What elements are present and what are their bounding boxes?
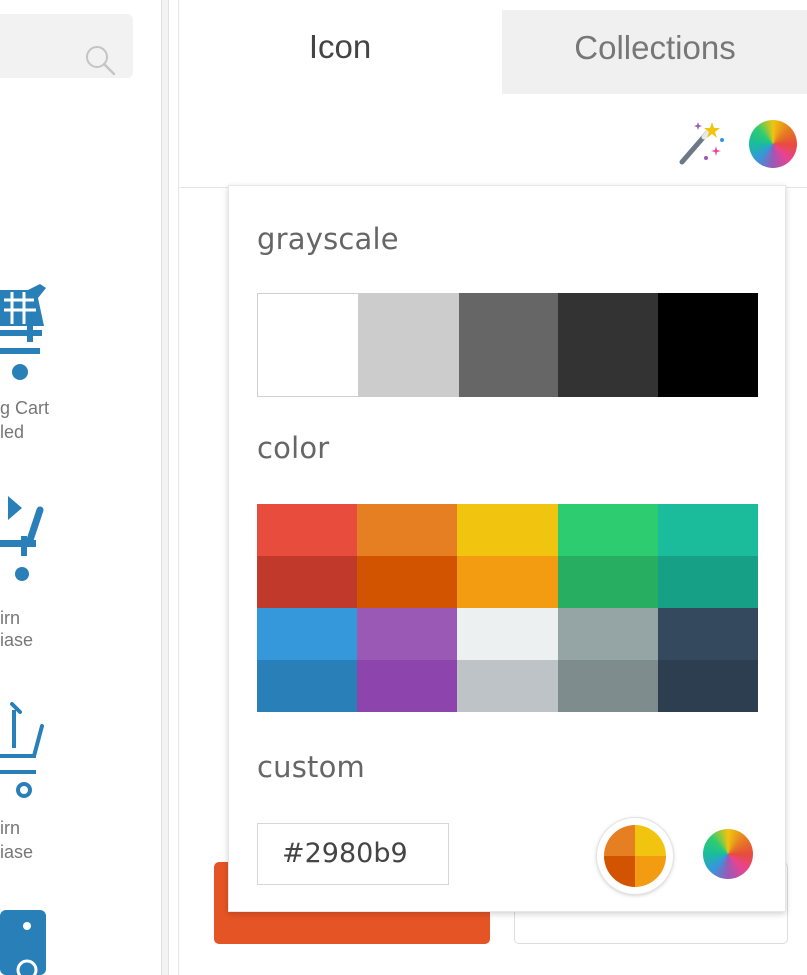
current-color-quadrant	[604, 856, 635, 887]
color-swatch[interactable]	[257, 608, 358, 660]
custom-title: custom	[257, 750, 365, 784]
grayscale-swatches	[257, 293, 758, 397]
grayscale-swatch[interactable]	[458, 293, 559, 397]
icon-label: irn	[0, 818, 21, 838]
color-swatch[interactable]	[257, 556, 358, 608]
color-title: color	[257, 431, 330, 465]
return-purchase-icon	[0, 496, 44, 581]
icon-list-panel: g Cart led irn iase irn iase	[0, 0, 160, 975]
color-swatch[interactable]	[557, 504, 658, 556]
custom-color-input[interactable]: #2980b9	[257, 823, 449, 885]
icon-label: g Cart	[0, 398, 50, 418]
magic-wand-icon[interactable]	[676, 118, 726, 168]
color-swatch[interactable]	[657, 660, 758, 712]
color-swatch[interactable]	[457, 556, 558, 608]
grayscale-swatch[interactable]	[358, 293, 459, 397]
current-color-inner	[604, 825, 666, 887]
color-swatch[interactable]	[457, 608, 558, 660]
price-tag-icon	[0, 910, 46, 975]
icon-label: iase	[0, 842, 34, 862]
color-swatches	[257, 504, 758, 712]
color-swatch[interactable]	[557, 608, 658, 660]
icon-list-item[interactable]: g Cart led	[0, 280, 120, 450]
panel-divider[interactable]	[161, 0, 169, 975]
icon-list-item[interactable]: irn iase	[0, 700, 120, 870]
search-box[interactable]	[0, 14, 133, 78]
color-swatch[interactable]	[657, 556, 758, 608]
grayscale-swatch[interactable]	[658, 293, 758, 397]
color-swatch[interactable]	[457, 660, 558, 712]
current-color-quadrant	[604, 825, 635, 856]
current-color-swatch[interactable]	[597, 818, 673, 894]
color-swatch[interactable]	[257, 660, 358, 712]
color-swatch[interactable]	[657, 608, 758, 660]
color-swatch[interactable]	[357, 504, 458, 556]
color-picker-popover: grayscale color custom #2980b9	[228, 185, 786, 912]
icon-label: iase	[0, 630, 34, 650]
search-icon[interactable]	[82, 42, 118, 78]
color-swatch[interactable]	[357, 608, 458, 660]
color-swatch[interactable]	[657, 504, 758, 556]
color-swatch[interactable]	[557, 660, 658, 712]
color-swatch[interactable]	[257, 504, 358, 556]
shopping-cart-filled-icon	[0, 284, 46, 380]
color-swatch[interactable]	[357, 660, 458, 712]
color-wheel-icon[interactable]	[703, 829, 753, 879]
color-swatch[interactable]	[457, 504, 558, 556]
grayscale-title: grayscale	[257, 222, 399, 256]
grayscale-swatch[interactable]	[257, 293, 359, 397]
color-wheel-icon[interactable]	[749, 120, 797, 168]
tab-collections[interactable]: Collections	[502, 10, 807, 94]
current-color-quadrant	[635, 856, 666, 887]
return-purchase-outline-icon	[0, 702, 44, 798]
icon-label: led	[0, 422, 25, 442]
color-swatch[interactable]	[357, 556, 458, 608]
current-color-quadrant	[635, 825, 666, 856]
grayscale-swatch[interactable]	[558, 293, 659, 397]
icon-list-item[interactable]	[0, 908, 120, 975]
icon-label: irn	[0, 608, 21, 628]
icon-list-item[interactable]: irn iase	[0, 496, 120, 666]
color-swatch[interactable]	[557, 556, 658, 608]
tab-icon[interactable]: Icon	[179, 0, 501, 94]
